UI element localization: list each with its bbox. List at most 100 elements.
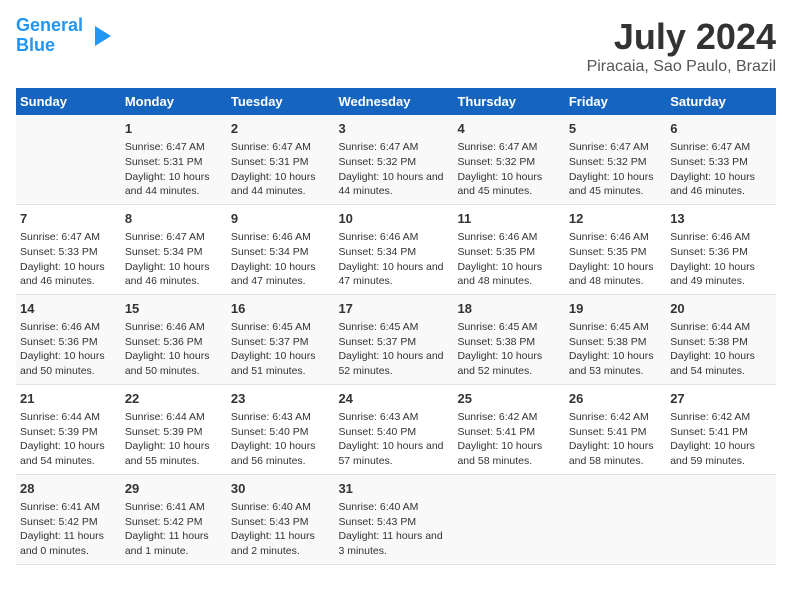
calendar-cell: 19 Sunrise: 6:45 AMSunset: 5:38 PMDayligh… — [565, 294, 666, 384]
day-info: Sunrise: 6:45 AMSunset: 5:38 PMDaylight:… — [569, 320, 662, 379]
day-number: 9 — [231, 210, 331, 228]
day-info: Sunrise: 6:45 AMSunset: 5:38 PMDaylight:… — [457, 320, 560, 379]
calendar-cell: 17Sunrise: 6:45 AMSunset: 5:37 PMDayligh… — [334, 294, 453, 384]
calendar-cell: 7 Sunrise: 6:47 AMSunset: 5:33 PMDaylight… — [16, 204, 121, 294]
calendar-cell: 9 Sunrise: 6:46 AMSunset: 5:34 PMDaylight… — [227, 204, 335, 294]
day-info: Sunrise: 6:47 AMSunset: 5:34 PMDaylight:… — [125, 230, 223, 289]
day-info: Sunrise: 6:44 AMSunset: 5:38 PMDaylight:… — [670, 320, 772, 379]
day-info: Sunrise: 6:40 AMSunset: 5:43 PMDaylight:… — [231, 500, 331, 559]
day-info: Sunrise: 6:46 AMSunset: 5:35 PMDaylight:… — [569, 230, 662, 289]
day-number: 14 — [20, 300, 117, 318]
day-info: Sunrise: 6:47 AMSunset: 5:31 PMDaylight:… — [125, 140, 223, 199]
week-row-2: 7 Sunrise: 6:47 AMSunset: 5:33 PMDaylight… — [16, 204, 776, 294]
calendar-cell: 11 Sunrise: 6:46 AMSunset: 5:35 PMDayligh… — [453, 204, 564, 294]
col-header-friday: Friday — [565, 88, 666, 115]
logo-line1: General — [16, 15, 83, 35]
week-row-1: 1 Sunrise: 6:47 AMSunset: 5:31 PMDaylight… — [16, 115, 776, 204]
calendar-cell: 21 Sunrise: 6:44 AMSunset: 5:39 PMDayligh… — [16, 384, 121, 474]
logo-text: General Blue — [16, 16, 83, 56]
day-number: 16 — [231, 300, 331, 318]
calendar-cell — [16, 115, 121, 204]
calendar-cell: 3Sunrise: 6:47 AMSunset: 5:32 PMDaylight… — [334, 115, 453, 204]
calendar-cell: 28 Sunrise: 6:41 AMSunset: 5:42 PMDayligh… — [16, 474, 121, 564]
day-info: Sunrise: 6:47 AMSunset: 5:31 PMDaylight:… — [231, 140, 331, 199]
calendar-cell: 30 Sunrise: 6:40 AMSunset: 5:43 PMDayligh… — [227, 474, 335, 564]
day-number: 5 — [569, 120, 662, 138]
calendar-cell: 15 Sunrise: 6:46 AMSunset: 5:36 PMDayligh… — [121, 294, 227, 384]
calendar-cell: 18 Sunrise: 6:45 AMSunset: 5:38 PMDayligh… — [453, 294, 564, 384]
week-row-5: 28 Sunrise: 6:41 AMSunset: 5:42 PMDayligh… — [16, 474, 776, 564]
day-number: 12 — [569, 210, 662, 228]
calendar-table: SundayMondayTuesdayWednesdayThursdayFrid… — [16, 88, 776, 565]
day-info: Sunrise: 6:46 AMSunset: 5:36 PMDaylight:… — [670, 230, 772, 289]
day-number: 7 — [20, 210, 117, 228]
calendar-cell: 31 Sunrise: 6:40 AMSunset: 5:43 PMDayligh… — [334, 474, 453, 564]
week-row-3: 14 Sunrise: 6:46 AMSunset: 5:36 PMDayligh… — [16, 294, 776, 384]
day-number: 6 — [670, 120, 772, 138]
day-info: Sunrise: 6:45 AMSunset: 5:37 PMDaylight:… — [231, 320, 331, 379]
day-number: 30 — [231, 480, 331, 498]
calendar-cell: 14 Sunrise: 6:46 AMSunset: 5:36 PMDayligh… — [16, 294, 121, 384]
main-title: July 2024 — [587, 16, 776, 58]
day-info: Sunrise: 6:46 AMSunset: 5:36 PMDaylight:… — [20, 320, 117, 379]
logo-icon — [85, 22, 113, 50]
day-number: 24 — [338, 390, 449, 408]
calendar-cell: 4Sunrise: 6:47 AMSunset: 5:32 PMDaylight… — [453, 115, 564, 204]
day-number: 11 — [457, 210, 560, 228]
day-info: Sunrise: 6:41 AMSunset: 5:42 PMDaylight:… — [20, 500, 117, 559]
day-number: 15 — [125, 300, 223, 318]
calendar-cell — [453, 474, 564, 564]
day-info: Sunrise: 6:46 AMSunset: 5:34 PMDaylight:… — [338, 230, 449, 289]
calendar-cell: 24 Sunrise: 6:43 AMSunset: 5:40 PMDayligh… — [334, 384, 453, 474]
day-number: 31 — [338, 480, 449, 498]
day-info: Sunrise: 6:43 AMSunset: 5:40 PMDaylight:… — [231, 410, 331, 469]
day-info: Sunrise: 6:46 AMSunset: 5:34 PMDaylight:… — [231, 230, 331, 289]
col-header-saturday: Saturday — [666, 88, 776, 115]
day-number: 28 — [20, 480, 117, 498]
logo: General Blue — [16, 16, 113, 56]
day-info: Sunrise: 6:42 AMSunset: 5:41 PMDaylight:… — [457, 410, 560, 469]
calendar-cell: 27Sunrise: 6:42 AMSunset: 5:41 PMDayligh… — [666, 384, 776, 474]
week-row-4: 21 Sunrise: 6:44 AMSunset: 5:39 PMDayligh… — [16, 384, 776, 474]
day-info: Sunrise: 6:47 AMSunset: 5:33 PMDaylight:… — [20, 230, 117, 289]
calendar-cell: 22 Sunrise: 6:44 AMSunset: 5:39 PMDayligh… — [121, 384, 227, 474]
day-info: Sunrise: 6:42 AMSunset: 5:41 PMDaylight:… — [569, 410, 662, 469]
calendar-cell: 8Sunrise: 6:47 AMSunset: 5:34 PMDaylight… — [121, 204, 227, 294]
day-number: 23 — [231, 390, 331, 408]
day-number: 27 — [670, 390, 772, 408]
day-number: 21 — [20, 390, 117, 408]
day-info: Sunrise: 6:43 AMSunset: 5:40 PMDaylight:… — [338, 410, 449, 469]
calendar-cell: 13 Sunrise: 6:46 AMSunset: 5:36 PMDayligh… — [666, 204, 776, 294]
calendar-cell: 1 Sunrise: 6:47 AMSunset: 5:31 PMDaylight… — [121, 115, 227, 204]
day-number: 22 — [125, 390, 223, 408]
calendar-cell: 23 Sunrise: 6:43 AMSunset: 5:40 PMDayligh… — [227, 384, 335, 474]
day-info: Sunrise: 6:44 AMSunset: 5:39 PMDaylight:… — [20, 410, 117, 469]
day-info: Sunrise: 6:46 AMSunset: 5:36 PMDaylight:… — [125, 320, 223, 379]
day-number: 18 — [457, 300, 560, 318]
page-header: General Blue July 2024 Piracaia, Sao Pau… — [16, 16, 776, 76]
day-number: 10 — [338, 210, 449, 228]
day-number: 13 — [670, 210, 772, 228]
day-info: Sunrise: 6:44 AMSunset: 5:39 PMDaylight:… — [125, 410, 223, 469]
day-info: Sunrise: 6:45 AMSunset: 5:37 PMDaylight:… — [338, 320, 449, 379]
calendar-cell — [565, 474, 666, 564]
day-info: Sunrise: 6:40 AMSunset: 5:43 PMDaylight:… — [338, 500, 449, 559]
calendar-cell: 2 Sunrise: 6:47 AMSunset: 5:31 PMDaylight… — [227, 115, 335, 204]
calendar-cell: 6Sunrise: 6:47 AMSunset: 5:33 PMDaylight… — [666, 115, 776, 204]
calendar-cell: 25 Sunrise: 6:42 AMSunset: 5:41 PMDayligh… — [453, 384, 564, 474]
calendar-cell: 26Sunrise: 6:42 AMSunset: 5:41 PMDayligh… — [565, 384, 666, 474]
logo-line2: Blue — [16, 35, 55, 55]
day-number: 20 — [670, 300, 772, 318]
day-number: 1 — [125, 120, 223, 138]
subtitle: Piracaia, Sao Paulo, Brazil — [587, 58, 776, 76]
day-info: Sunrise: 6:46 AMSunset: 5:35 PMDaylight:… — [457, 230, 560, 289]
day-info: Sunrise: 6:47 AMSunset: 5:32 PMDaylight:… — [569, 140, 662, 199]
col-header-tuesday: Tuesday — [227, 88, 335, 115]
col-header-thursday: Thursday — [453, 88, 564, 115]
day-number: 25 — [457, 390, 560, 408]
calendar-cell — [666, 474, 776, 564]
day-number: 19 — [569, 300, 662, 318]
calendar-cell: 29Sunrise: 6:41 AMSunset: 5:42 PMDayligh… — [121, 474, 227, 564]
day-number: 2 — [231, 120, 331, 138]
calendar-cell: 12 Sunrise: 6:46 AMSunset: 5:35 PMDayligh… — [565, 204, 666, 294]
